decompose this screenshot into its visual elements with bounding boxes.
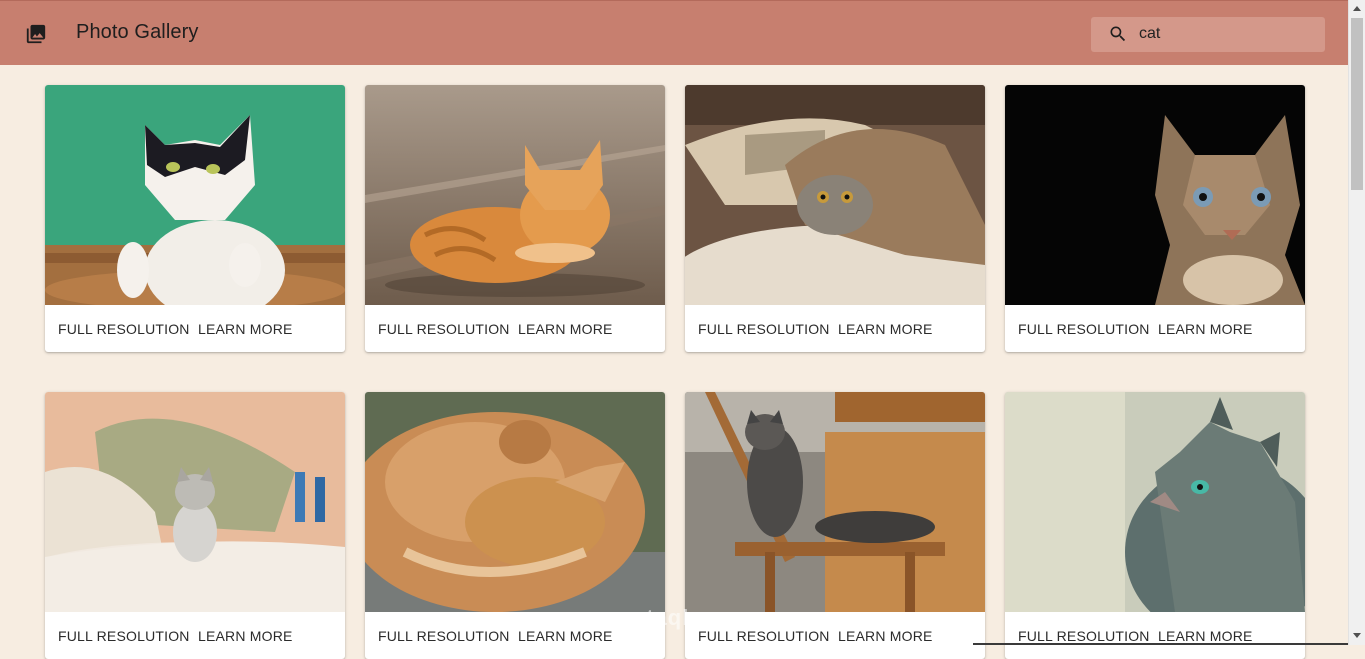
full-resolution-button[interactable]: FULL RESOLUTION: [378, 321, 510, 337]
photo-library-icon: [25, 23, 47, 45]
photo-card: FULL RESOLUTION LEARN MORE: [1005, 392, 1305, 659]
full-resolution-button[interactable]: FULL RESOLUTION: [1018, 321, 1150, 337]
card-actions: FULL RESOLUTION LEARN MORE: [45, 612, 345, 659]
learn-more-button[interactable]: LEARN MORE: [518, 321, 613, 337]
vertical-scrollbar[interactable]: [1348, 0, 1365, 645]
photo-card: FULL RESOLUTION LEARN MORE: [1005, 85, 1305, 352]
cat-photo[interactable]: [365, 392, 665, 612]
cat-photo[interactable]: [365, 85, 665, 305]
cat-photo[interactable]: [45, 392, 345, 612]
card-actions: FULL RESOLUTION LEARN MORE: [365, 305, 665, 352]
card-actions: FULL RESOLUTION LEARN MORE: [45, 305, 345, 352]
full-resolution-button[interactable]: FULL RESOLUTION: [698, 321, 830, 337]
cat-photo[interactable]: [1005, 392, 1305, 612]
photo-card: FULL RESOLUTION LEARN MORE: [365, 85, 665, 352]
cat-photo[interactable]: [1005, 85, 1305, 305]
search-input[interactable]: [1139, 24, 1314, 44]
photo-card: FULL RESOLUTION LEARN MORE: [685, 85, 985, 352]
page-title: Photo Gallery: [76, 21, 199, 43]
full-resolution-button[interactable]: FULL RESOLUTION: [58, 628, 190, 644]
card-actions: FULL RESOLUTION LEARN MORE: [1005, 612, 1305, 659]
scroll-down-icon[interactable]: [1353, 633, 1361, 638]
app-bar: Photo Gallery: [0, 0, 1348, 65]
learn-more-button[interactable]: LEARN MORE: [838, 628, 933, 644]
cat-photo[interactable]: [45, 85, 345, 305]
full-resolution-button[interactable]: FULL RESOLUTION: [1018, 628, 1150, 644]
cat-photo[interactable]: [685, 392, 985, 612]
card-actions: FULL RESOLUTION LEARN MORE: [1005, 305, 1305, 352]
search-icon: [1108, 24, 1128, 44]
full-resolution-button[interactable]: FULL RESOLUTION: [58, 321, 190, 337]
learn-more-button[interactable]: LEARN MORE: [198, 321, 293, 337]
learn-more-button[interactable]: LEARN MORE: [198, 628, 293, 644]
full-resolution-button[interactable]: FULL RESOLUTION: [378, 628, 510, 644]
watermark: mostaql.com: [598, 605, 745, 630]
scroll-up-icon[interactable]: [1353, 6, 1361, 11]
learn-more-button[interactable]: LEARN MORE: [1158, 628, 1253, 644]
photo-card: FULL RESOLUTION LEARN MORE: [45, 392, 345, 659]
learn-more-button[interactable]: LEARN MORE: [1158, 321, 1253, 337]
search-box[interactable]: [1091, 17, 1325, 52]
learn-more-button[interactable]: LEARN MORE: [838, 321, 933, 337]
photo-card: FULL RESOLUTION LEARN MORE: [45, 85, 345, 352]
card-actions: FULL RESOLUTION LEARN MORE: [685, 305, 985, 352]
cat-photo[interactable]: [685, 85, 985, 305]
scrollbar-thumb[interactable]: [1351, 18, 1363, 190]
